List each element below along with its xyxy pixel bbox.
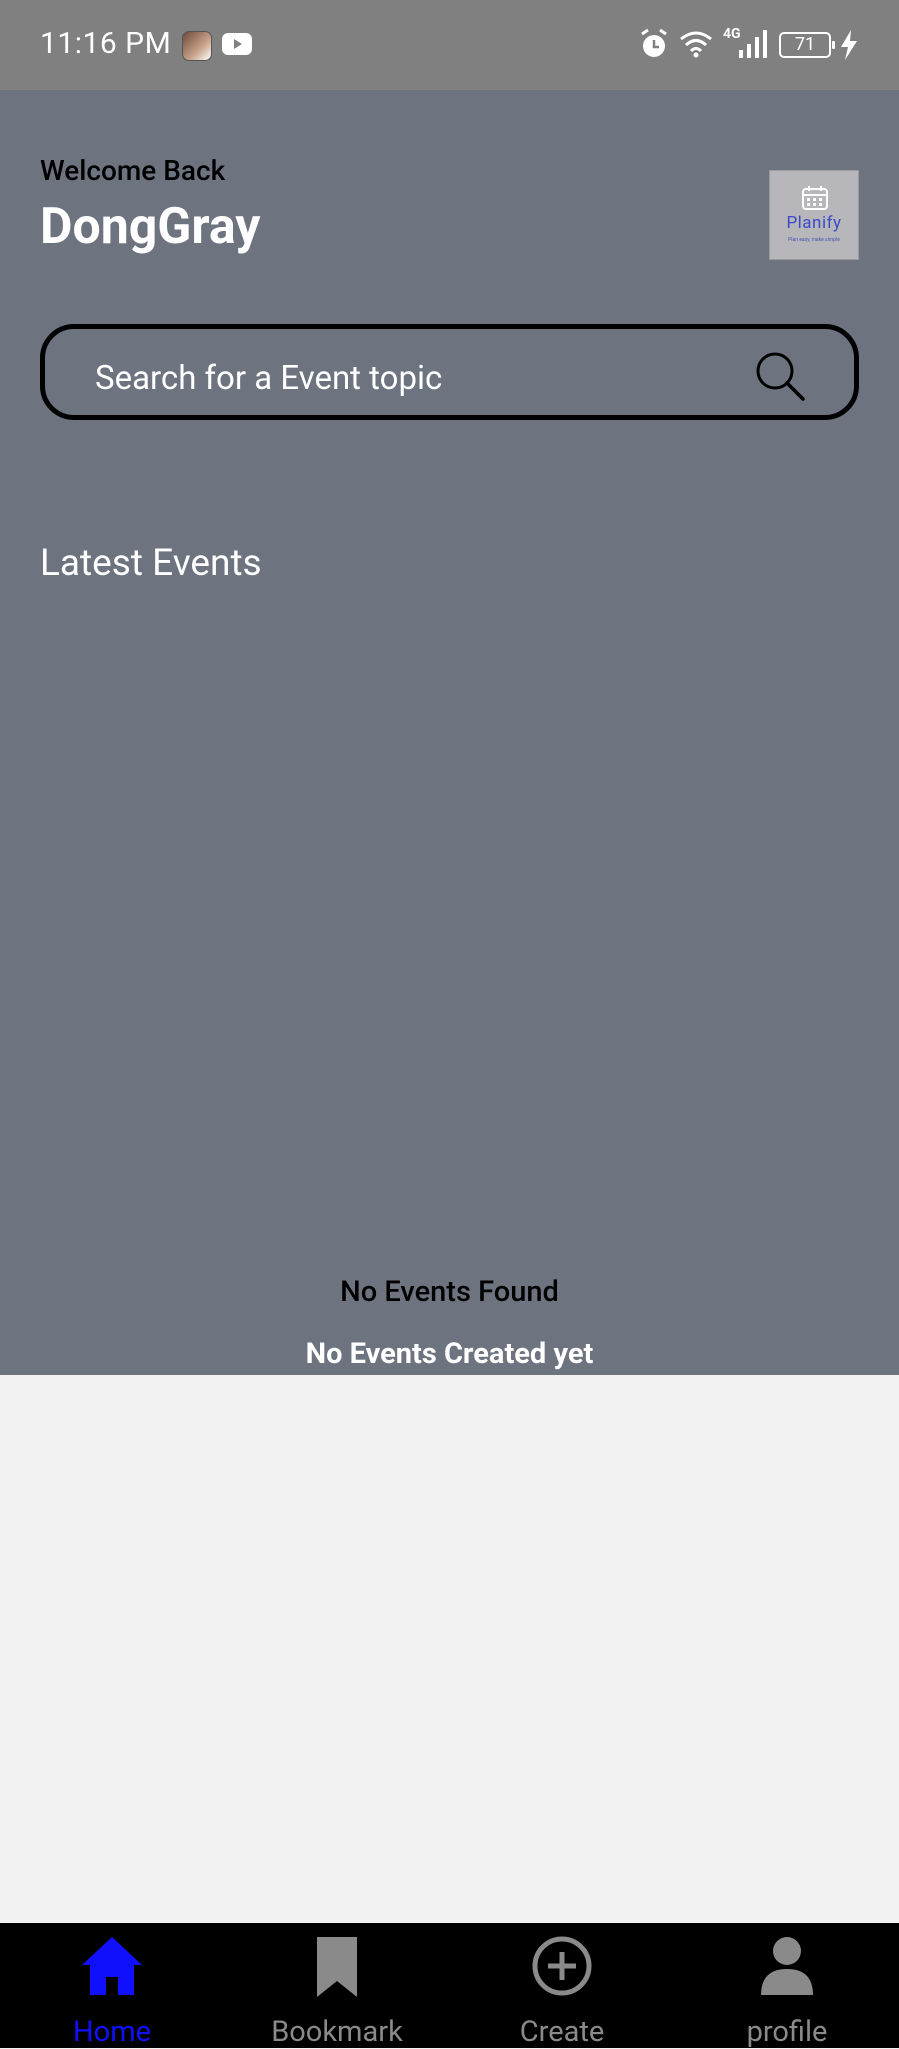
search-bar[interactable]: Search for a Event topic bbox=[40, 324, 859, 420]
status-bar: 11:16 PM 4G 71 bbox=[0, 0, 899, 90]
add-circle-icon bbox=[532, 1936, 592, 1996]
network-label: 4G bbox=[723, 26, 741, 42]
bookmark-icon bbox=[317, 1937, 357, 1997]
welcome-text: Welcome Back bbox=[40, 154, 226, 187]
bottom-navigation: Home Bookmark Create profile bbox=[0, 1923, 899, 2049]
battery-icon: 71 bbox=[779, 32, 835, 58]
nav-item-create[interactable]: Create bbox=[472, 1923, 652, 2049]
nav-item-profile[interactable]: profile bbox=[697, 1923, 877, 2049]
search-icon[interactable] bbox=[754, 350, 806, 402]
nav-item-home[interactable]: Home bbox=[22, 1923, 202, 2049]
status-time: 11:16 PM bbox=[40, 26, 172, 61]
search-input[interactable]: Search for a Event topic bbox=[95, 359, 442, 398]
avatar-thumbnail-icon bbox=[182, 31, 212, 61]
logo-tagline: Plan easy, make simple bbox=[788, 237, 840, 243]
empty-state-title: No Events Found bbox=[340, 1275, 559, 1309]
username-heading: DongGray bbox=[40, 198, 261, 256]
planify-logo[interactable]: Planify Plan easy, make simple bbox=[769, 170, 859, 260]
youtube-icon bbox=[222, 33, 252, 59]
nav-label-profile: profile bbox=[746, 2015, 828, 2049]
logo-name: Planify bbox=[786, 213, 842, 233]
nav-label-home: Home bbox=[72, 2015, 152, 2049]
home-icon bbox=[82, 1937, 142, 1995]
signal-icon bbox=[739, 30, 767, 58]
nav-label-bookmark: Bookmark bbox=[271, 2015, 403, 2049]
home-main-panel: Welcome Back DongGray Planify Plan easy,… bbox=[0, 90, 899, 1375]
latest-events-title: Latest Events bbox=[40, 542, 262, 585]
nav-item-bookmark[interactable]: Bookmark bbox=[247, 1923, 427, 2049]
person-icon bbox=[761, 1937, 813, 1995]
charging-icon bbox=[841, 30, 857, 60]
battery-level: 71 bbox=[794, 34, 816, 55]
nav-label-create: Create bbox=[519, 2015, 605, 2049]
calendar-icon bbox=[802, 186, 828, 210]
status-icons: 4G 71 bbox=[639, 26, 859, 66]
wifi-icon bbox=[680, 31, 712, 58]
empty-state-subtitle: No Events Created yet bbox=[305, 1337, 594, 1371]
alarm-icon bbox=[641, 28, 667, 57]
